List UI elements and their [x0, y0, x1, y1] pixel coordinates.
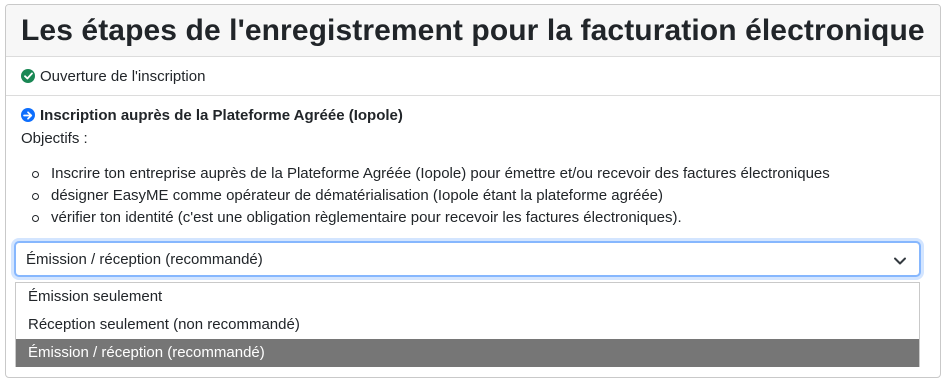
mode-select-value: Émission / réception (recommandé)	[26, 250, 263, 268]
objectives-label: Objectifs :	[21, 130, 88, 147]
objectives-list: Inscrire ton entreprise auprès de la Pla…	[21, 163, 925, 229]
page-title: Les étapes de l'enregistrement pour la f…	[21, 13, 925, 47]
arrow-right-circle-icon	[21, 108, 35, 122]
option-emission-reception[interactable]: Émission / réception (recommandé)	[16, 339, 919, 367]
mode-select[interactable]: Émission / réception (recommandé)	[14, 241, 921, 277]
card-header: Les étapes de l'enregistrement pour la f…	[6, 5, 940, 57]
check-circle-icon	[21, 69, 35, 83]
option-reception-only[interactable]: Réception seulement (non recommandé)	[16, 311, 919, 339]
step-opening-label: Ouverture de l'inscription	[40, 67, 206, 85]
chevron-down-icon	[893, 253, 907, 270]
step-opening: Ouverture de l'inscription	[6, 57, 940, 96]
option-emission-only[interactable]: Émission seulement	[16, 283, 919, 311]
objective-item: désigner EasyME comme opérateur de démat…	[32, 185, 925, 207]
step-registration-title: Inscription auprès de la Plateforme Agré…	[40, 106, 403, 124]
objective-item: vérifier ton identité (c'est une obligat…	[32, 207, 925, 229]
step-registration-title-row: Inscription auprès de la Plateforme Agré…	[21, 105, 925, 125]
step-registration: Inscription auprès de la Plateforme Agré…	[6, 96, 940, 229]
objective-item: Inscrire ton entreprise auprès de la Pla…	[32, 163, 925, 185]
mode-select-dropdown: Émission seulement Réception seulement (…	[15, 282, 920, 367]
